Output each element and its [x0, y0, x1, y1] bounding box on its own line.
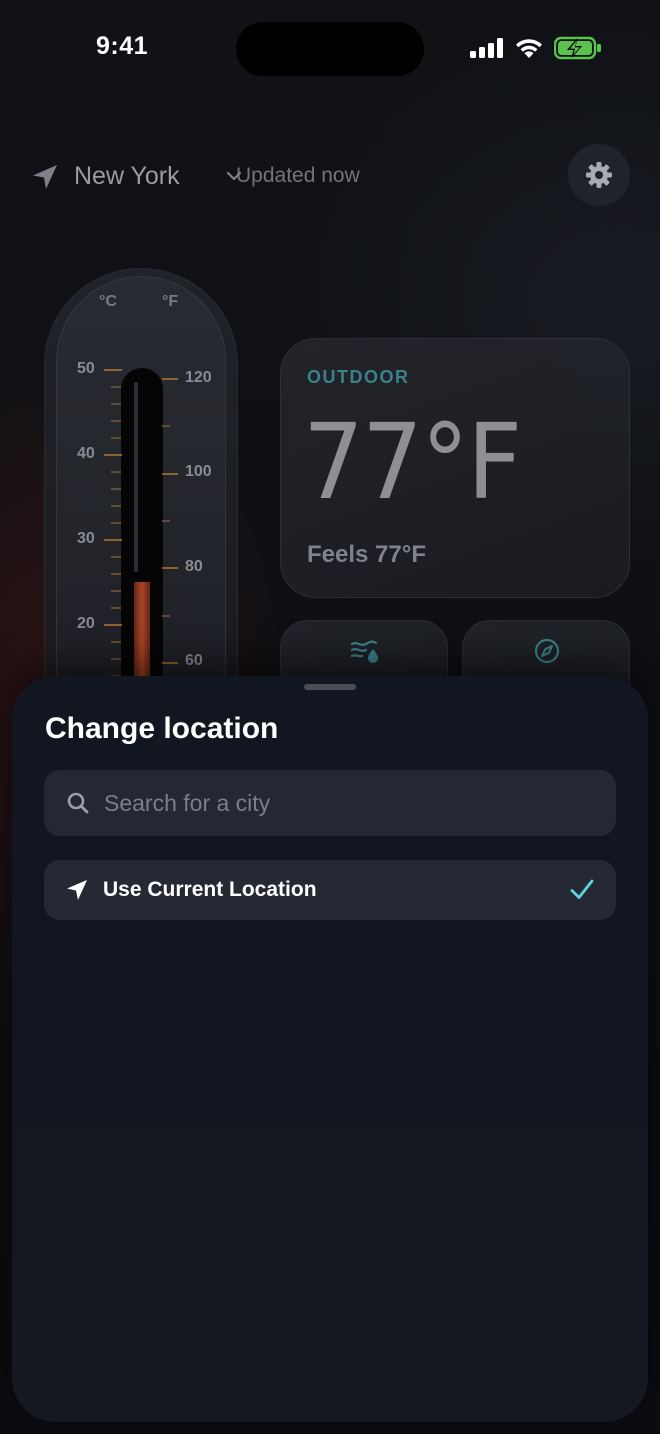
celsius-label: 50: [77, 360, 95, 377]
fahrenheit-label: 80: [185, 558, 203, 575]
city-search-box[interactable]: [44, 770, 616, 836]
fahrenheit-label: 100: [185, 463, 212, 480]
checkmark-icon: [570, 879, 594, 899]
city-search-input[interactable]: [104, 770, 604, 836]
celsius-tick: [104, 624, 122, 626]
fahrenheit-tick: [162, 425, 170, 428]
fahrenheit-tick: [162, 472, 178, 475]
celsius-tick: [111, 505, 121, 507]
wifi-icon: [516, 39, 542, 58]
celsius-tick: [104, 539, 122, 541]
status-icons: [470, 34, 602, 62]
outdoor-label: OUTDOOR: [307, 367, 410, 387]
location-header: New York Updated now: [30, 144, 630, 206]
fahrenheit-tick: [162, 520, 170, 522]
fahrenheit-tick: [162, 662, 178, 664]
tube-highlight: [134, 382, 138, 572]
battery-charging-icon: [554, 36, 601, 60]
fahrenheit-label: 60: [185, 652, 203, 669]
celsius-tick: [111, 403, 121, 405]
gear-icon: [586, 162, 612, 188]
celsius-tick: [111, 573, 121, 575]
celsius-tick: [111, 607, 121, 609]
outdoor-card[interactable]: OUTDOOR 77°F Feels 77°F: [280, 338, 630, 598]
celsius-label: 20: [77, 615, 95, 632]
fahrenheit-tick: [162, 378, 178, 380]
compass-icon: [534, 638, 560, 664]
wind-humidity-icon: [350, 640, 378, 663]
celsius-tick: [111, 488, 121, 490]
celsius-tick: [111, 590, 121, 592]
outdoor-temperature: 77°F: [303, 401, 522, 523]
celsius-tick: [111, 641, 121, 643]
city-name[interactable]: New York: [74, 162, 180, 191]
use-current-location-option[interactable]: Use Current Location: [44, 860, 616, 920]
sheet-title: Change location: [45, 712, 279, 745]
celsius-tick: [111, 386, 121, 388]
fahrenheit-tick: [162, 567, 178, 570]
status-time: 9:41: [96, 32, 149, 60]
celsius-unit-label: °C: [99, 293, 117, 310]
fahrenheit-tick: [162, 614, 170, 617]
sheet-grabber[interactable]: [304, 684, 356, 690]
celsius-tick: [111, 556, 121, 558]
fahrenheit-label: 120: [185, 369, 212, 386]
settings-button[interactable]: [568, 144, 630, 206]
dynamic-island: [236, 22, 424, 76]
celsius-tick: [104, 454, 122, 456]
celsius-tick: [111, 437, 121, 439]
updated-status: Updated now: [236, 164, 360, 187]
celsius-label: 40: [77, 445, 95, 462]
celsius-tick: [104, 369, 122, 371]
location-arrow-icon: [67, 880, 87, 900]
celsius-tick: [111, 522, 121, 524]
celsius-tick: [111, 471, 121, 473]
use-current-location-label: Use Current Location: [103, 878, 317, 901]
celsius-label: 30: [77, 530, 95, 547]
celsius-tick: [111, 658, 121, 660]
fahrenheit-unit-label: °F: [162, 293, 179, 310]
change-location-sheet: Change location Use Current Location: [12, 676, 648, 1422]
celsius-tick: [111, 420, 121, 422]
feels-like: Feels 77°F: [307, 541, 426, 568]
location-arrow-icon: [33, 165, 57, 189]
search-icon: [67, 792, 89, 814]
cellular-signal-icon: [470, 38, 503, 58]
weather-screen: 9:41 New York Updated now °C °F 50 40 30…: [0, 0, 660, 1434]
